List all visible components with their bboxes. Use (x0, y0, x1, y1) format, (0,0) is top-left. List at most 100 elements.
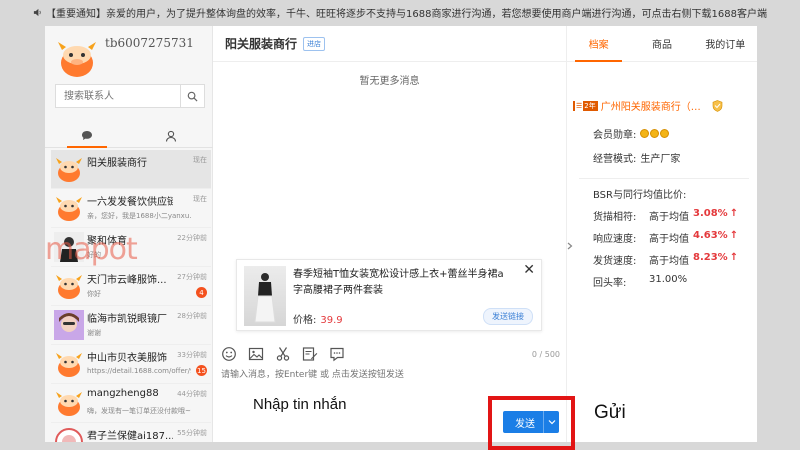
price-label: 价格: (293, 315, 317, 326)
no-more-messages: 暂无更多消息 (359, 76, 420, 87)
speaker-icon (33, 8, 41, 16)
contact-item[interactable]: 君子兰保健ai187... 55分钟前 (51, 423, 211, 442)
contact-name: 阳关服装商行 (87, 158, 147, 169)
product-price: 价格: 39.9 (293, 311, 343, 326)
mode-label: 经营模式: (593, 154, 637, 165)
contact-name: 一六发发餐饮供应链 (87, 197, 173, 208)
contact-name: mangzheng88 (87, 388, 159, 399)
product-card: 春季短袖T恤女装宽松设计感上衣+蕾丝半身裙a字高腰裙子两件套装 ✕ 价格: 39.… (236, 259, 542, 331)
contact-preview: 你好 (87, 290, 101, 298)
search-input[interactable] (56, 85, 180, 107)
contact-time: 28分钟前 (177, 312, 207, 320)
watermark-logo: mapot (45, 232, 138, 267)
tab-products[interactable]: 商品 (630, 26, 693, 61)
contact-avatar (56, 158, 82, 182)
highlight-box (488, 396, 575, 450)
contact-name: 临海市凯锐眼镜厂 (87, 314, 167, 325)
tab-profile[interactable]: 档案 (567, 26, 630, 62)
bsr-row: 发货速度: 高于均值 8.23% ↑ (593, 252, 738, 267)
contact-item[interactable]: 中山市贝衣美服饰 33分钟前 https://detail.1688.com/o… (51, 345, 211, 384)
business-mode-row: 经营模式: 生产厂家 (593, 150, 680, 165)
contact-item[interactable]: 一六发发餐饮供应链 现在 亲，您好，我是1688小二yanxu... (51, 189, 211, 228)
edit-note-icon[interactable] (302, 346, 318, 362)
shop-info: ☰ 2年 广州阳关服装商行（个... (573, 98, 723, 113)
contact-avatar (56, 275, 82, 299)
mode-value: 生产厂家 (640, 154, 681, 165)
comment-icon[interactable] (329, 346, 345, 362)
contact-preview: 嗨，发现有一笔订单还没付款哦~ (87, 407, 191, 415)
contact-time: 55分钟前 (177, 429, 207, 437)
contact-avatar (56, 392, 82, 416)
contact-name: 君子兰保健ai187... (87, 431, 173, 442)
search-box (55, 84, 205, 108)
tab-recent-chats[interactable] (45, 124, 129, 148)
chat-header: 阳关服装商行 进店 (213, 26, 566, 62)
contact-avatar (55, 428, 83, 442)
search-button[interactable] (180, 85, 204, 107)
contact-item[interactable]: mangzheng88 44分钟前 嗨，发现有一笔订单还没付款哦~ (51, 384, 211, 423)
bsr-value: 8.23% (693, 252, 728, 263)
contact-time: 现在 (193, 156, 207, 164)
bsr-desc: 高于均值 (649, 234, 689, 245)
chat-title: 阳关服装商行 (225, 37, 298, 51)
contact-item[interactable]: 天门市云峰服饰... 27分钟前 你好 4 (51, 267, 211, 306)
input-toolbar (221, 346, 345, 362)
contact-time: 现在 (193, 195, 207, 203)
product-title: 春季短袖T恤女装宽松设计感上衣+蕾丝半身裙a字高腰裙子两件套装 (293, 269, 504, 296)
unread-badge: 15 (196, 365, 207, 376)
close-icon[interactable]: ✕ (523, 262, 535, 278)
chat-window: tb6007275731 阳关服装商行 现在 一六发发餐饮供应链 (45, 26, 757, 442)
image-icon[interactable] (248, 346, 264, 362)
arrow-up-icon: ↑ (729, 230, 739, 241)
chat-bubble-icon (82, 131, 92, 140)
bsr-label: 响应速度: (593, 234, 637, 245)
divider (579, 178, 749, 179)
contact-item[interactable]: 阳关服装商行 现在 (51, 150, 211, 189)
caption-send-annotation: Gửi (594, 402, 626, 423)
tab-my-orders[interactable]: 我的订单 (694, 26, 757, 61)
contact-time: 22分钟前 (177, 234, 207, 242)
send-link-button[interactable]: 发送链接 (483, 308, 533, 325)
contact-time: 44分钟前 (177, 390, 207, 398)
contact-time: 27分钟前 (177, 273, 207, 281)
shop-name[interactable]: 广州阳关服装商行（个... (601, 98, 709, 113)
bsr-row: 响应速度: 高于均值 4.63% ↑ (593, 230, 738, 245)
product-image (244, 266, 286, 326)
bsr-title: BSR与同行均值比价: (593, 190, 687, 201)
enter-shop-button[interactable]: 进店 (303, 36, 326, 51)
contact-avatar (56, 197, 82, 221)
chat-panel: 阳关服装商行 进店 暂无更多消息 春季短袖T恤女装宽松设计感上衣+蕾丝半身裙a字… (213, 26, 566, 442)
person-icon (165, 130, 177, 142)
notice-text: 【重要通知】亲爱的用户，为了提升整体询盘的效率，千牛、旺旺将逐步不支持与1688… (46, 8, 767, 20)
char-count: 0 / 500 (531, 350, 560, 359)
contact-name: 中山市贝衣美服饰 (87, 353, 167, 364)
return-label: 回头率: (593, 278, 627, 289)
contact-avatar (56, 353, 82, 377)
contact-preview: 谢谢 (87, 329, 101, 337)
contact-item[interactable]: 临海市凯锐眼镜厂 28分钟前 谢谢 (51, 306, 211, 345)
contact-preview: 亲，您好，我是1688小二yanxu... (87, 212, 191, 220)
contact-tabs (45, 124, 213, 148)
info-tabs: 档案 商品 我的订单 (567, 26, 757, 62)
emoji-icon[interactable] (221, 346, 237, 362)
tab-contacts[interactable] (129, 124, 213, 147)
arrow-up-icon: ↑ (729, 208, 739, 219)
medal-icons (640, 129, 670, 138)
contact-name: 天门市云峰服饰... (87, 275, 167, 286)
shield-icon (712, 99, 723, 112)
contact-preview: https://detail.1688.com/offer/9... (87, 367, 191, 375)
contact-avatar (54, 310, 84, 340)
years-badge: ☰ 2年 (573, 100, 598, 111)
price-value: 39.9 (320, 315, 343, 326)
unread-badge: 4 (196, 287, 207, 298)
contact-list: 阳关服装商行 现在 一六发发餐饮供应链 现在 亲，您好，我是1688小二yanx… (51, 150, 211, 442)
bsr-value: 4.63% (693, 230, 728, 241)
member-medals-row: 会员勋章: (593, 126, 670, 141)
caption-input-annotation: Nhập tin nhắn (253, 396, 347, 413)
bsr-label: 发货速度: (593, 256, 637, 267)
contact-time: 33分钟前 (177, 351, 207, 359)
bsr-row: 货描相符: 高于均值 3.08% ↑ (593, 208, 738, 223)
search-icon (187, 91, 198, 102)
scissors-icon[interactable] (275, 346, 291, 362)
user-avatar[interactable] (55, 36, 99, 80)
